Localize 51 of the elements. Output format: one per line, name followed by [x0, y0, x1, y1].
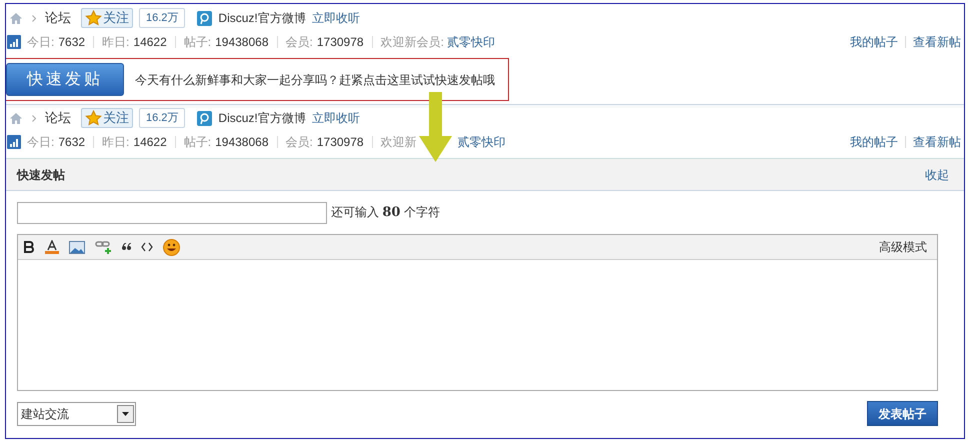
down-arrow-icon	[419, 92, 452, 162]
breadcrumb-link[interactable]: 论坛	[45, 8, 71, 28]
follower-count: 16.2万	[139, 108, 186, 128]
smiley-icon[interactable]	[163, 238, 180, 256]
quick-post-button[interactable]: 快速发贴	[6, 63, 124, 96]
listen-link[interactable]: 立即收听	[312, 9, 360, 27]
weibo-icon[interactable]	[197, 10, 212, 26]
category-select[interactable]: 建站交流	[17, 402, 136, 426]
follow-button[interactable]: 关注	[81, 8, 133, 28]
listen-link[interactable]: 立即收听	[312, 109, 360, 127]
nav-link[interactable]: 我的帖子	[850, 33, 898, 51]
follower-count: 16.2万	[139, 8, 186, 28]
title-input[interactable]	[17, 202, 327, 224]
breadcrumb-link[interactable]: 论坛	[45, 108, 71, 128]
quick-post-prompt[interactable]: 今天有什么新鲜事和大家一起分享吗？赶紧点击这里试试快速发帖哦	[135, 70, 495, 88]
stat-text: 昨日: 14622	[102, 34, 167, 51]
stat-text: 今日: 7632	[27, 34, 86, 51]
follow-button[interactable]: 关注	[81, 108, 133, 128]
stat-text: 今日: 7632	[27, 134, 86, 151]
weibo-icon[interactable]	[197, 110, 212, 126]
weibo-label: Discuz!官方微博	[218, 110, 306, 127]
star-icon	[85, 110, 102, 126]
stat-text: 会员: 1730978	[286, 134, 364, 151]
stats-icon	[7, 35, 21, 49]
submit-button[interactable]: 发表帖子	[867, 401, 938, 426]
stats-icon	[7, 135, 21, 149]
link-icon[interactable]	[95, 240, 112, 254]
member-link[interactable]: 贰零快印	[446, 33, 495, 51]
quote-icon[interactable]	[122, 243, 131, 251]
image-icon[interactable]	[69, 240, 85, 254]
panel-title: 快速发帖	[17, 166, 65, 184]
member-link[interactable]: 贰零快印	[458, 133, 506, 151]
stat-text: 昨日: 14622	[102, 134, 167, 151]
nav-link[interactable]: 查看新帖	[913, 133, 961, 151]
stat-text: 帖子: 19438068	[184, 134, 268, 151]
bold-icon[interactable]	[23, 241, 35, 253]
welcome-label: 欢迎新会员:	[380, 34, 444, 51]
nav-link[interactable]: 我的帖子	[850, 133, 898, 151]
char-counter: 还可输入 80 个字符	[331, 204, 440, 222]
chevron-icon	[32, 114, 36, 122]
weibo-label: Discuz!官方微博	[218, 10, 306, 27]
collapse-link[interactable]: 收起	[925, 166, 949, 184]
nav-link[interactable]: 查看新帖	[913, 33, 961, 51]
welcome-label: 欢迎新	[380, 134, 417, 151]
code-icon[interactable]	[141, 242, 153, 252]
stat-text: 会员: 1730978	[286, 34, 364, 51]
advanced-mode-link[interactable]: 高级模式	[879, 238, 927, 256]
star-icon	[85, 10, 102, 26]
font-color-icon[interactable]	[45, 240, 59, 254]
chevron-icon	[32, 14, 36, 22]
stat-text: 帖子: 19438068	[184, 34, 268, 51]
